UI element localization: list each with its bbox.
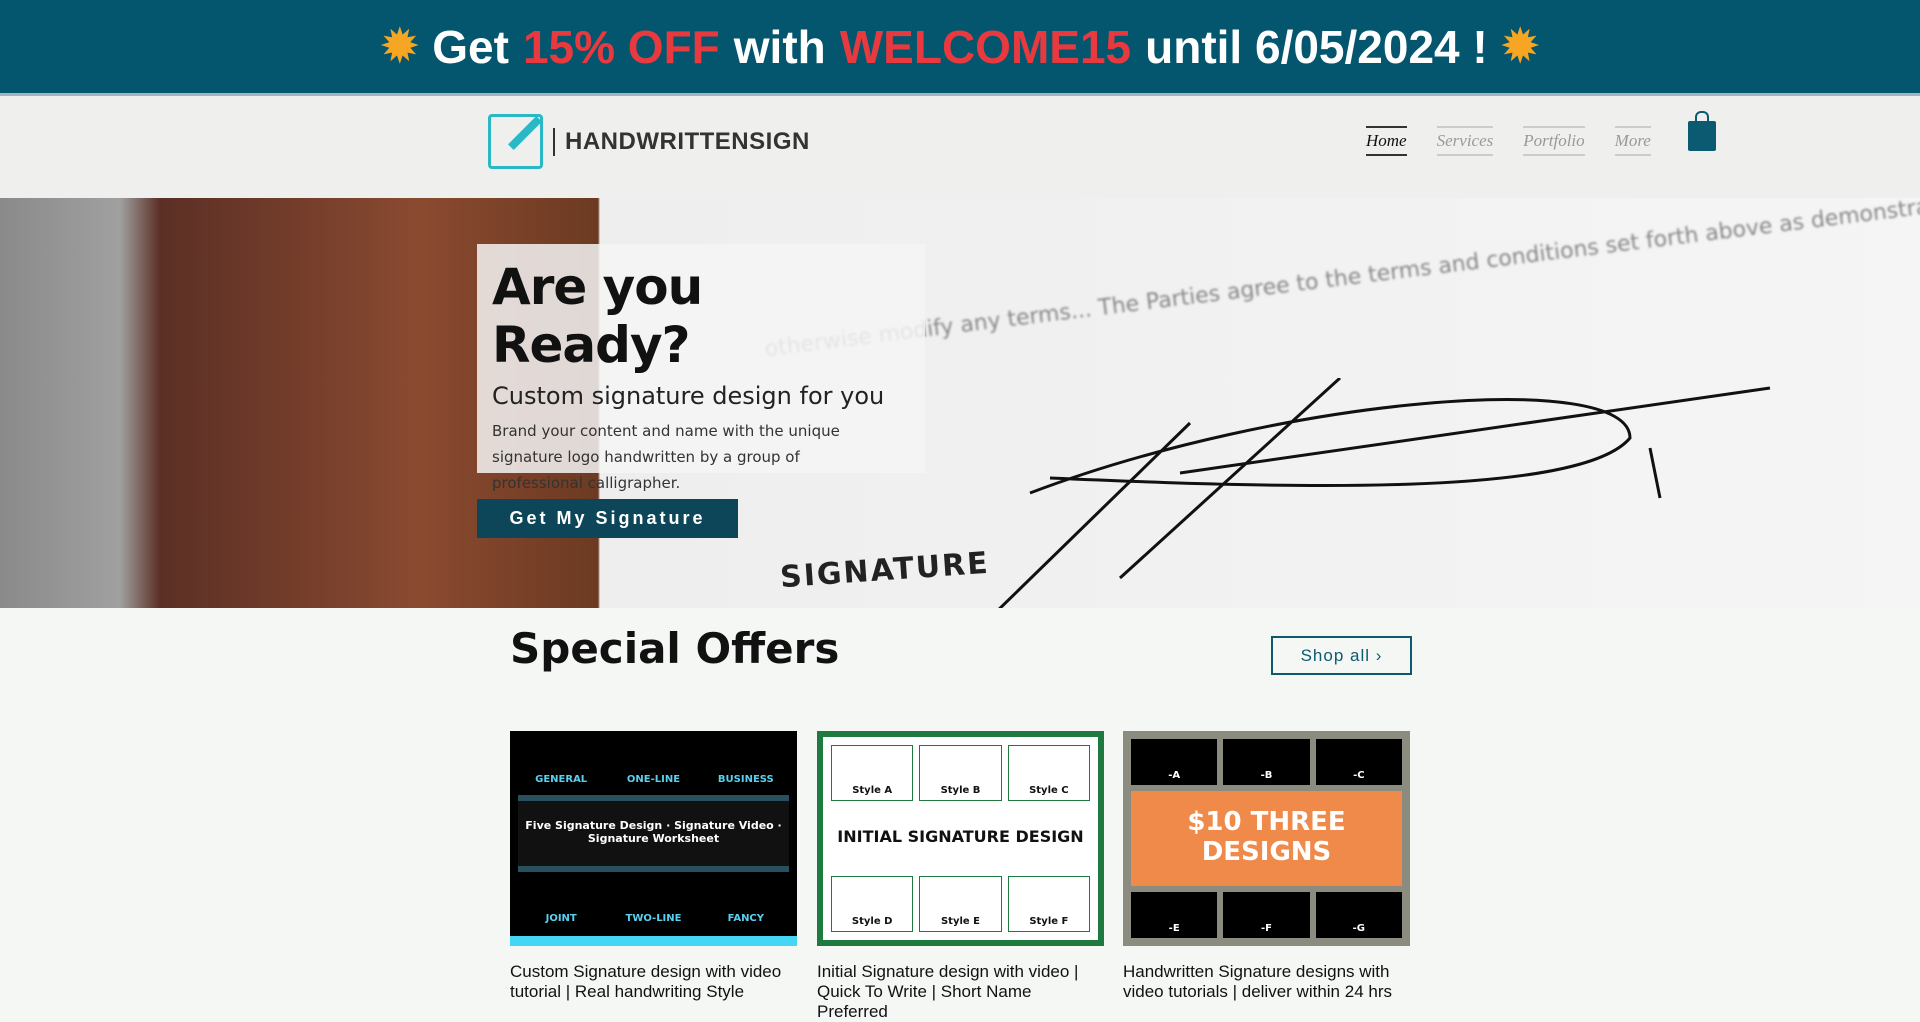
tile: -A bbox=[1131, 739, 1218, 785]
hero-subtitle: Custom signature design for you bbox=[492, 382, 885, 410]
product-card[interactable]: -A -B -C $10 THREE DESIGNS -E -F -G Hand… bbox=[1123, 731, 1410, 1002]
promo-banner: ✹ Get 15% OFF with WELCOME15 until 6/05/… bbox=[0, 0, 1920, 93]
nav-home[interactable]: Home bbox=[1366, 126, 1407, 156]
tile: -E bbox=[1131, 892, 1218, 938]
tile: GENERAL bbox=[535, 774, 588, 785]
product-title[interactable]: Handwritten Signature designs with video… bbox=[1123, 962, 1410, 1002]
nav-portfolio[interactable]: Portfolio bbox=[1523, 126, 1585, 156]
product-title[interactable]: Initial Signature design with video | Qu… bbox=[817, 962, 1104, 1022]
banner-text: with bbox=[733, 20, 826, 73]
shopping-bag-icon[interactable] bbox=[1688, 111, 1716, 151]
hero-card: Are you Ready? Custom signature design f… bbox=[477, 244, 925, 492]
main-menu: Home Services Portfolio More bbox=[1366, 126, 1651, 156]
tile: Style F bbox=[1007, 875, 1090, 932]
tile: -C bbox=[1315, 739, 1402, 785]
site-header: HANDWRITTENSIGN Home Services Portfolio … bbox=[0, 93, 1920, 198]
product-image[interactable]: Style A Style B Style C INITIAL SIGNATUR… bbox=[817, 731, 1104, 946]
tile: FANCY bbox=[727, 913, 765, 924]
get-my-signature-button[interactable]: Get My Signature bbox=[477, 499, 738, 538]
tile: Style C bbox=[1007, 745, 1090, 802]
hero-background-text: otherwise modify any terms... The Partie… bbox=[763, 198, 1920, 362]
tile: -F bbox=[1223, 892, 1310, 938]
signature-label: SIGNATURE bbox=[779, 545, 991, 596]
tile: ONE-LINE bbox=[626, 774, 681, 785]
nav-services[interactable]: Services bbox=[1436, 126, 1494, 156]
sun-icon: ✹ bbox=[381, 22, 419, 71]
banner-text: Get bbox=[432, 20, 509, 73]
pen-logo-icon bbox=[488, 114, 543, 169]
shop-all-button[interactable]: Shop all › bbox=[1271, 636, 1412, 675]
tile: BUSINESS bbox=[717, 774, 774, 785]
tile: -B bbox=[1223, 739, 1310, 785]
product-card[interactable]: GENERAL ONE-LINE BUSINESS Five Signature… bbox=[510, 731, 797, 1002]
tile: Five Signature Design · Signature Video … bbox=[518, 795, 789, 872]
section-title: Special Offers bbox=[510, 624, 840, 673]
tile: TWO-LINE bbox=[625, 913, 682, 924]
tile: Style B bbox=[919, 745, 1002, 802]
tile: INITIAL SIGNATURE DESIGN bbox=[837, 826, 1084, 846]
sun-icon: ✹ bbox=[1501, 22, 1539, 71]
tile: -G bbox=[1315, 892, 1402, 938]
banner-discount: 15% OFF bbox=[522, 20, 720, 73]
tile: Style E bbox=[919, 875, 1002, 932]
tile: Style A bbox=[831, 745, 914, 802]
logo[interactable]: HANDWRITTENSIGN bbox=[488, 114, 810, 169]
tile: JOINT bbox=[545, 913, 577, 924]
product-title[interactable]: Custom Signature design with video tutor… bbox=[510, 962, 797, 1002]
product-image[interactable]: GENERAL ONE-LINE BUSINESS Five Signature… bbox=[510, 731, 797, 946]
tile: $10 THREE DESIGNS bbox=[1131, 791, 1402, 886]
banner-code: WELCOME15 bbox=[839, 20, 1132, 73]
nav-more[interactable]: More bbox=[1614, 126, 1651, 156]
product-image[interactable]: -A -B -C $10 THREE DESIGNS -E -F -G bbox=[1123, 731, 1410, 946]
tile: Style D bbox=[831, 875, 914, 932]
brand-name: HANDWRITTENSIGN bbox=[553, 127, 810, 156]
hero-section: otherwise modify any terms... The Partie… bbox=[0, 198, 1920, 608]
product-card[interactable]: Style A Style B Style C INITIAL SIGNATUR… bbox=[817, 731, 1104, 1022]
signature-drawing bbox=[998, 378, 1771, 608]
banner-text: until 6/05/2024 ! bbox=[1145, 20, 1488, 73]
hero-title: Are you Ready? bbox=[492, 258, 703, 374]
hero-body: Brand your content and name with the uni… bbox=[492, 422, 840, 492]
